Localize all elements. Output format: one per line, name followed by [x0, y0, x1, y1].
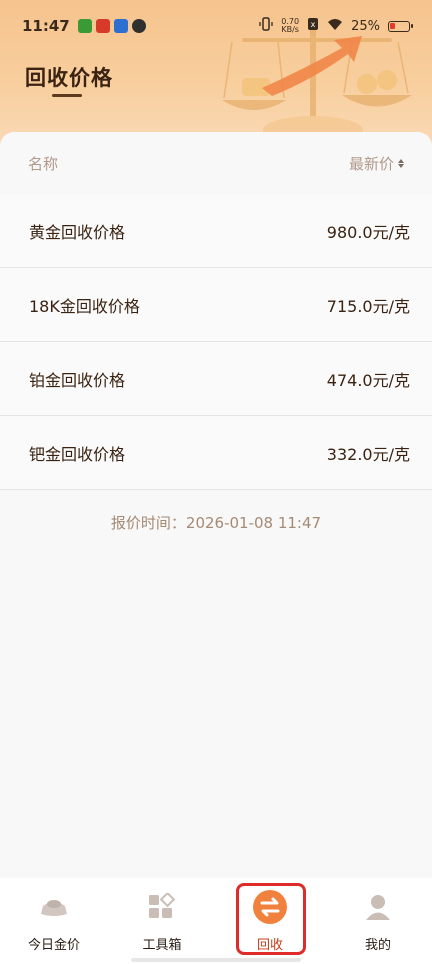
table-header: 名称 最新价: [0, 132, 432, 194]
page-title: 回收价格: [25, 66, 113, 90]
table-row[interactable]: 黄金回收价格 980.0元/克: [0, 194, 432, 268]
row-name: 铂金回收价格: [29, 370, 126, 390]
gold-ingot-icon: [36, 892, 72, 922]
title-underline: [52, 94, 82, 97]
battery-icon: [388, 20, 413, 32]
app-notification-icon: [95, 19, 110, 33]
home-indicator: [131, 958, 301, 962]
status-time: 11:47: [22, 17, 70, 35]
sort-by-price-button[interactable]: 最新价: [349, 153, 404, 174]
row-name: 黄金回收价格: [29, 222, 126, 242]
status-app-icons: [77, 19, 146, 33]
row-price: 980.0元/克: [326, 222, 410, 242]
table-row[interactable]: 铂金回收价格 474.0元/克: [0, 342, 432, 416]
nav-item-mine[interactable]: 我的: [328, 892, 428, 953]
row-name: 18K金回收价格: [29, 296, 140, 316]
nav-label: 我的: [364, 938, 391, 953]
svg-text:x: x: [311, 20, 316, 29]
active-tab-highlight: [236, 883, 306, 955]
table-row[interactable]: 18K金回收价格 715.0元/克: [0, 268, 432, 342]
column-header-price: 最新价: [348, 154, 394, 173]
status-right: 0.70 KB/s x 25%: [259, 17, 413, 35]
app-notification-icon: [77, 19, 92, 33]
app-notification-icon: [131, 19, 146, 33]
bottom-nav: 今日金价 工具箱 回收 我的: [0, 878, 432, 964]
battery-percentage: 25%: [351, 18, 380, 34]
row-price: 715.0元/克: [326, 296, 410, 316]
nav-item-today-gold-price[interactable]: 今日金价: [4, 892, 104, 953]
quote-time: 报价时间：2026-01-08 11:47: [110, 514, 322, 532]
row-price: 474.0元/克: [326, 370, 410, 390]
user-icon: [360, 892, 396, 922]
vibrate-icon: [259, 17, 273, 35]
wifi-icon: [327, 18, 343, 35]
row-name: 钯金回收价格: [29, 444, 126, 464]
price-list: 黄金回收价格 980.0元/克 18K金回收价格 715.0元/克 铂金回收价格…: [0, 194, 432, 490]
net-speed-unit: KB/s: [281, 25, 299, 34]
sort-icon: [398, 158, 404, 168]
network-speed: 0.70 KB/s: [281, 18, 299, 34]
nav-label: 今日金价: [27, 938, 80, 953]
toolbox-grid-icon: [144, 892, 180, 922]
column-header-name: 名称: [28, 154, 59, 173]
table-row[interactable]: 钯金回收价格 332.0元/克: [0, 416, 432, 490]
status-bar: 11:47 0.70 KB/s x 25%: [0, 0, 432, 52]
content-card: 名称 最新价 黄金回收价格 980.0元/克 18K金回收价格 715.0元/克…: [0, 132, 432, 878]
nav-label: 工具箱: [142, 938, 182, 953]
app-notification-icon: [113, 19, 128, 33]
row-price: 332.0元/克: [326, 444, 410, 464]
nav-item-toolbox[interactable]: 工具箱: [112, 892, 212, 953]
sim-icon: x: [307, 17, 319, 35]
